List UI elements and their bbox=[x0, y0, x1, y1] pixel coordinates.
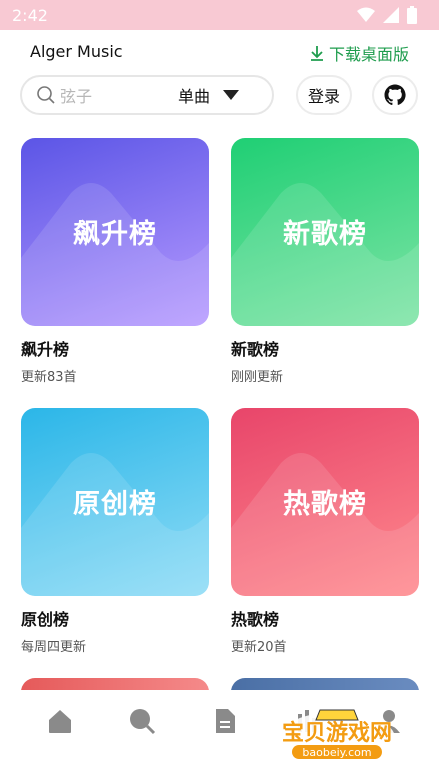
search-icon[interactable] bbox=[127, 706, 157, 736]
chart-subtitle: 刚刚更新 bbox=[231, 370, 284, 385]
chart-subtitle: 更新20首 bbox=[231, 640, 287, 655]
chart-title[interactable]: 原创榜 bbox=[21, 606, 209, 630]
chart-card[interactable]: 飙升榜 飙升榜 更新83首 bbox=[21, 138, 209, 385]
chart-cover[interactable]: 热歌榜 bbox=[231, 408, 419, 596]
document-icon[interactable] bbox=[210, 706, 240, 736]
search-row: 弦子 单曲 登录 bbox=[0, 72, 439, 124]
chart-cover[interactable]: 新歌榜 bbox=[231, 138, 419, 326]
search-input[interactable]: 弦子 bbox=[60, 83, 170, 107]
signal-icon bbox=[383, 7, 399, 23]
app-header: Alger Music 下载桌面版 bbox=[0, 30, 439, 72]
chart-card[interactable]: 热歌榜 热歌榜 更新20首 bbox=[231, 408, 419, 655]
watermark-logo: 宝贝游戏网 baobeiy.com bbox=[279, 709, 395, 764]
system-icons bbox=[357, 6, 417, 24]
cover-label: 飙升榜 bbox=[73, 219, 157, 250]
chevron-down-icon[interactable] bbox=[222, 89, 240, 101]
search-box[interactable]: 弦子 单曲 bbox=[20, 75, 274, 115]
wifi-icon bbox=[357, 7, 375, 22]
cover-label: 新歌榜 bbox=[283, 219, 367, 250]
status-bar: 2:42 bbox=[0, 0, 439, 30]
chart-title[interactable]: 热歌榜 bbox=[231, 606, 419, 630]
login-label: 登录 bbox=[307, 87, 340, 106]
chart-subtitle: 每周四更新 bbox=[21, 640, 87, 655]
home-icon[interactable] bbox=[45, 706, 75, 736]
search-type-select[interactable]: 单曲 bbox=[178, 83, 210, 107]
github-button[interactable] bbox=[372, 75, 418, 115]
search-icon bbox=[37, 86, 55, 104]
chart-card[interactable]: 新歌榜 新歌榜 刚刚更新 bbox=[231, 138, 419, 385]
battery-icon bbox=[407, 6, 417, 24]
chart-cover[interactable]: 飙升榜 bbox=[21, 138, 209, 326]
cover-label: 原创榜 bbox=[73, 489, 157, 520]
chart-subtitle: 更新83首 bbox=[21, 370, 77, 385]
github-icon bbox=[384, 84, 406, 106]
chart-cover[interactable]: 原创榜 bbox=[21, 408, 209, 596]
cover-label: 热歌榜 bbox=[283, 489, 367, 520]
chart-card[interactable]: 原创榜 原创榜 每周四更新 bbox=[21, 408, 209, 655]
app-title: Alger Music bbox=[30, 42, 123, 61]
watermark-text: 宝贝游戏网 bbox=[282, 720, 392, 746]
chart-title[interactable]: 飙升榜 bbox=[21, 336, 209, 360]
status-time: 2:42 bbox=[12, 6, 48, 25]
watermark-url: baobeiy.com bbox=[302, 746, 371, 759]
download-icon bbox=[310, 46, 323, 61]
login-button[interactable]: 登录 bbox=[296, 75, 352, 115]
download-label: 下载桌面版 bbox=[328, 45, 409, 64]
chart-title[interactable]: 新歌榜 bbox=[231, 336, 419, 360]
download-desktop-link[interactable]: 下载桌面版 bbox=[309, 41, 409, 65]
